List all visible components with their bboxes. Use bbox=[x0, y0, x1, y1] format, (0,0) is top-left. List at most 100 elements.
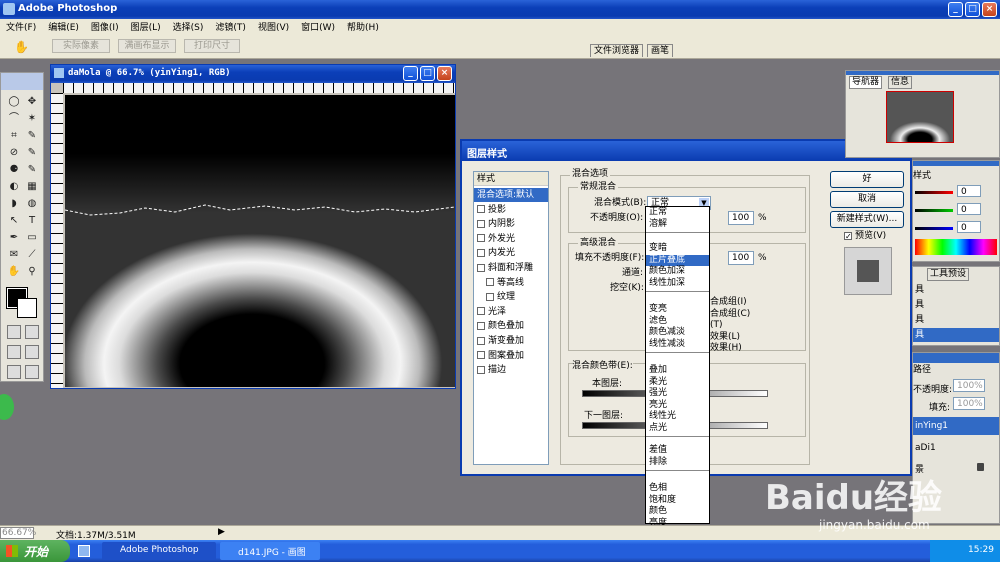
color-ramp[interactable] bbox=[915, 239, 997, 255]
tool-3-icon[interactable]: ✶ bbox=[25, 112, 39, 126]
style-item[interactable]: 外发光 bbox=[474, 232, 548, 246]
tool-15-icon[interactable]: T bbox=[25, 214, 39, 228]
blend-mode-option[interactable]: 亮光 bbox=[646, 400, 709, 412]
blend-mode-option[interactable]: 线性减淡 bbox=[646, 339, 709, 351]
opacity-input[interactable]: 100 bbox=[728, 211, 754, 225]
tool-7-icon[interactable]: ✎ bbox=[25, 146, 39, 160]
zoom-level[interactable]: 66.67% bbox=[0, 527, 36, 539]
blue-slider[interactable] bbox=[915, 227, 953, 230]
menu-item-5[interactable]: 滤镜(T) bbox=[209, 19, 252, 37]
blend-mode-option[interactable]: 色相 bbox=[646, 483, 709, 495]
blend-mode-option[interactable]: 滤色 bbox=[646, 316, 709, 328]
style-item[interactable]: 颜色叠加 bbox=[474, 319, 548, 333]
layer-fill-input[interactable]: 100% bbox=[953, 397, 985, 410]
start-button[interactable]: 开始 bbox=[0, 540, 70, 562]
menu-item-2[interactable]: 图像(I) bbox=[85, 19, 125, 37]
style-item[interactable]: 图案叠加 bbox=[474, 349, 548, 363]
blend-mode-option[interactable]: 饱和度 bbox=[646, 495, 709, 507]
tool-5-icon[interactable]: ✎ bbox=[25, 129, 39, 143]
style-checkbox[interactable] bbox=[477, 351, 485, 360]
blue-value[interactable]: 0 bbox=[957, 221, 981, 233]
menu-item-1[interactable]: 编辑(E) bbox=[42, 19, 85, 37]
cancel-button[interactable]: 取消 bbox=[830, 191, 904, 208]
tab-tool-presets[interactable]: 工具预设 bbox=[927, 268, 970, 281]
imageready-icon[interactable] bbox=[25, 365, 39, 379]
style-item[interactable]: 描边 bbox=[474, 363, 548, 377]
doc-minimize-button[interactable]: _ bbox=[403, 66, 418, 81]
blend-mode-option[interactable]: 正片叠底 bbox=[646, 254, 709, 266]
style-item[interactable]: 内阴影 bbox=[474, 217, 548, 231]
doc-close-button[interactable]: × bbox=[437, 66, 452, 81]
tab-paths[interactable]: 路径 bbox=[913, 365, 931, 376]
preview-checkbox[interactable]: ✓ 预览(V) bbox=[844, 229, 886, 243]
screen-mode-icon[interactable] bbox=[7, 345, 21, 359]
close-button[interactable]: × bbox=[982, 2, 997, 17]
red-slider[interactable] bbox=[915, 191, 953, 194]
preset-item[interactable]: 具 bbox=[913, 283, 999, 297]
actual-pixels-button[interactable]: 实际像素 bbox=[52, 39, 110, 53]
tool-20-icon[interactable]: ✋ bbox=[7, 265, 21, 279]
menu-item-0[interactable]: 文件(F) bbox=[0, 19, 42, 37]
tool-1-icon[interactable]: ✥ bbox=[25, 95, 39, 109]
style-item[interactable]: 纹理 bbox=[474, 290, 548, 304]
tool-2-icon[interactable]: ⌒ bbox=[7, 112, 21, 126]
quicklaunch-icon[interactable] bbox=[78, 545, 90, 557]
style-checkbox[interactable] bbox=[477, 219, 485, 228]
menu-item-7[interactable]: 窗口(W) bbox=[295, 19, 341, 37]
tab-brushes[interactable]: 画笔 bbox=[647, 44, 674, 57]
preset-item[interactable]: 具 bbox=[913, 328, 999, 342]
mask-mode-icon[interactable] bbox=[7, 325, 21, 339]
tab-styles[interactable]: 样式 bbox=[913, 171, 931, 182]
blend-mode-option[interactable]: 差值 bbox=[646, 445, 709, 457]
style-checkbox[interactable] bbox=[477, 336, 485, 345]
style-checkbox[interactable] bbox=[477, 205, 485, 214]
menu-item-8[interactable]: 帮助(H) bbox=[341, 19, 385, 37]
tool-4-icon[interactable]: ⌗ bbox=[7, 129, 21, 143]
print-size-button[interactable]: 打印尺寸 bbox=[184, 39, 240, 53]
tool-10-icon[interactable]: ◐ bbox=[7, 180, 21, 194]
style-checkbox[interactable] bbox=[477, 248, 485, 257]
blend-mode-option[interactable]: 颜色减淡 bbox=[646, 327, 709, 339]
canvas-image[interactable] bbox=[65, 95, 455, 387]
preset-item[interactable]: 具 bbox=[913, 298, 999, 312]
status-arrow-icon[interactable]: ▶ bbox=[218, 527, 225, 537]
layer-row[interactable]: inYing1 bbox=[913, 417, 999, 435]
tool-14-icon[interactable]: ↖ bbox=[7, 214, 21, 228]
fit-screen-button[interactable]: 满画布显示 bbox=[118, 39, 176, 53]
blend-mode-option[interactable]: 溶解 bbox=[646, 219, 709, 231]
doc-maximize-button[interactable]: □ bbox=[420, 66, 435, 81]
style-checkbox[interactable] bbox=[486, 292, 494, 301]
blend-mode-dropdown[interactable]: 正常 溶解 变暗 正片叠底 颜色加深 线性加深 变亮 滤色 颜色减淡 线性减淡 叠加 柔光 强光 亮光 线性… bbox=[645, 206, 710, 528]
menu-item-4[interactable]: 选择(S) bbox=[167, 19, 210, 37]
style-checkbox[interactable] bbox=[477, 307, 485, 316]
blend-mode-option[interactable]: 线性光 bbox=[646, 411, 709, 423]
tool-21-icon[interactable]: ⚲ bbox=[25, 265, 39, 279]
screen-full-icon[interactable] bbox=[25, 345, 39, 359]
style-item[interactable]: 斜面和浮雕 bbox=[474, 261, 548, 275]
blend-mode-option[interactable]: 正常 bbox=[646, 207, 709, 219]
style-item[interactable]: 内发光 bbox=[474, 246, 548, 260]
minimize-button[interactable]: _ bbox=[948, 2, 963, 17]
quickmask-icon[interactable] bbox=[25, 325, 39, 339]
style-item[interactable]: 渐变叠加 bbox=[474, 334, 548, 348]
task-photoshop[interactable]: Adobe Photoshop bbox=[102, 542, 216, 560]
green-value[interactable]: 0 bbox=[957, 203, 981, 215]
tool-6-icon[interactable]: ⊘ bbox=[7, 146, 21, 160]
red-value[interactable]: 0 bbox=[957, 185, 981, 197]
tab-file-browser[interactable]: 文件浏览器 bbox=[590, 44, 644, 57]
tool-12-icon[interactable]: ◗ bbox=[7, 197, 21, 211]
tool-13-icon[interactable]: ◍ bbox=[25, 197, 39, 211]
tool-9-icon[interactable]: ✎ bbox=[25, 163, 39, 177]
style-item[interactable]: 投影 bbox=[474, 203, 548, 217]
fill-opacity-input[interactable]: 100 bbox=[728, 251, 754, 265]
layer-opacity-input[interactable]: 100% bbox=[953, 379, 985, 392]
style-checkbox[interactable] bbox=[477, 365, 485, 374]
tool-17-icon[interactable]: ▭ bbox=[25, 231, 39, 245]
ok-button[interactable]: 好 bbox=[830, 171, 904, 188]
style-checkbox[interactable] bbox=[477, 263, 485, 272]
blend-mode-option[interactable]: 变亮 bbox=[646, 304, 709, 316]
menu-item-6[interactable]: 视图(V) bbox=[252, 19, 295, 37]
tool-18-icon[interactable]: ✉ bbox=[7, 248, 21, 262]
blend-mode-option[interactable]: 排除 bbox=[646, 457, 709, 469]
style-checkbox[interactable] bbox=[486, 278, 494, 287]
